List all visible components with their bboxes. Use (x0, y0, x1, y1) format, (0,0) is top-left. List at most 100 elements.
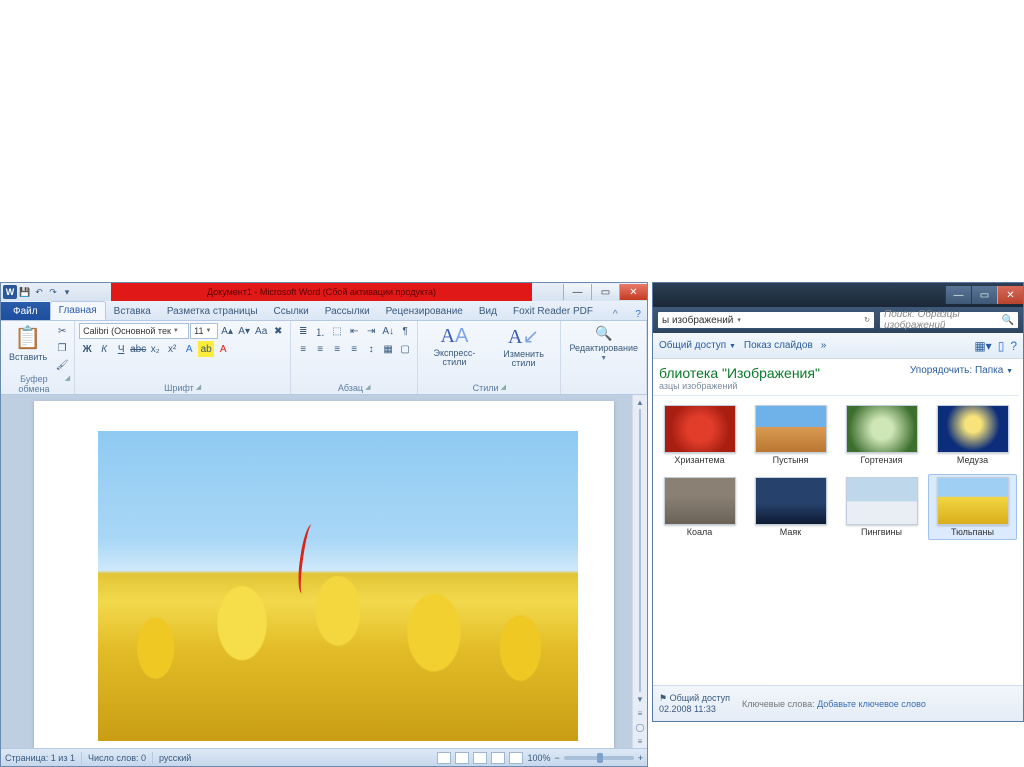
multilevel-icon[interactable]: ⬚ (329, 323, 345, 339)
text-effects-icon[interactable]: A (181, 341, 197, 357)
word-titlebar[interactable]: W 💾 ↶ ↷ ▾ Документ1 - Microsoft Word (Сб… (1, 283, 647, 301)
help-icon[interactable]: ? (1010, 339, 1017, 353)
refresh-icon[interactable]: ↻ (864, 316, 870, 324)
cut-icon[interactable]: ✂ (54, 323, 70, 339)
save-icon[interactable]: 💾 (19, 286, 31, 298)
dialog-launcher-icon[interactable]: ◢ (196, 383, 201, 393)
thumbnail-item[interactable]: Маяк (746, 474, 835, 540)
show-marks-icon[interactable]: ¶ (397, 323, 413, 339)
highlight-icon[interactable]: ab (198, 341, 214, 357)
scroll-up-icon[interactable]: ▲ (633, 395, 647, 409)
thumbnail-item[interactable]: Хризантема (655, 402, 744, 468)
status-language[interactable]: русский (159, 753, 191, 763)
address-bar[interactable]: ы изображений ▾ ↻ (657, 311, 875, 329)
change-styles-button[interactable]: A↙ Изменить стили (491, 323, 557, 370)
thumbnail-item[interactable]: Коала (655, 474, 744, 540)
strikethrough-icon[interactable]: abc (130, 341, 146, 357)
dialog-launcher-icon[interactable]: ◢ (365, 383, 370, 393)
scroll-thumb[interactable] (639, 409, 641, 692)
numbering-icon[interactable]: ⒈ (312, 323, 328, 339)
increase-indent-icon[interactable]: ⇥ (363, 323, 379, 339)
zoom-slider[interactable] (564, 756, 634, 760)
explorer-titlebar[interactable]: — ▭ ✕ (653, 283, 1023, 307)
view-full-screen-icon[interactable] (455, 752, 469, 764)
document-page[interactable] (34, 401, 614, 748)
thumbnail-item[interactable]: Гортензия (837, 402, 926, 468)
tab-insert[interactable]: Вставка (106, 303, 159, 320)
chevron-down-icon[interactable]: ▾ (737, 316, 741, 324)
status-page[interactable]: Страница: 1 из 1 (5, 753, 75, 763)
undo-icon[interactable]: ↶ (33, 286, 45, 298)
decrease-indent-icon[interactable]: ⇤ (346, 323, 362, 339)
minimize-button[interactable]: — (563, 284, 591, 300)
maximize-button[interactable]: ▭ (591, 284, 619, 300)
close-button[interactable]: ✕ (619, 284, 647, 300)
toolbar-share[interactable]: Общий доступ ▼ (659, 340, 736, 351)
tab-review[interactable]: Рецензирование (378, 303, 471, 320)
breadcrumb-tail[interactable]: ы изображений (662, 315, 733, 326)
italic-icon[interactable]: К (96, 341, 112, 357)
tab-foxit[interactable]: Foxit Reader PDF (505, 303, 601, 320)
minimize-button[interactable]: — (945, 286, 971, 304)
dialog-launcher-icon[interactable]: ◢ (501, 383, 506, 393)
view-options-icon[interactable]: ▦▾ (974, 339, 991, 353)
file-tab[interactable]: Файл (1, 302, 50, 320)
toolbar-slideshow[interactable]: Показ слайдов (744, 340, 813, 351)
inserted-image-tulips[interactable] (98, 431, 578, 741)
quick-styles-button[interactable]: AA Экспресс-стили (422, 324, 487, 369)
redo-icon[interactable]: ↷ (47, 286, 59, 298)
browse-object-icon[interactable]: ◯ (633, 720, 647, 734)
editing-button[interactable]: 🔍 Редактирование ▼ (565, 323, 642, 364)
clear-formatting-icon[interactable]: ✖ (270, 323, 286, 339)
view-print-layout-icon[interactable] (437, 752, 451, 764)
next-page-icon[interactable]: ≡ (633, 734, 647, 748)
line-spacing-icon[interactable]: ↕ (363, 341, 379, 357)
ribbon-minimize-icon[interactable]: ^ (607, 309, 624, 320)
bold-icon[interactable]: Ж (79, 341, 95, 357)
align-left-icon[interactable]: ≡ (295, 341, 311, 357)
add-keyword-link[interactable]: Добавьте ключевое слово (817, 699, 926, 709)
underline-icon[interactable]: Ч (113, 341, 129, 357)
subscript-icon[interactable]: x₂ (147, 341, 163, 357)
tab-home[interactable]: Главная (50, 301, 106, 320)
status-word-count[interactable]: Число слов: 0 (88, 753, 146, 763)
arrange-by-value[interactable]: Папка ▼ (975, 365, 1013, 376)
view-outline-icon[interactable] (491, 752, 505, 764)
shading-icon[interactable]: ▦ (380, 341, 396, 357)
zoom-level[interactable]: 100% (527, 753, 550, 763)
align-right-icon[interactable]: ≡ (329, 341, 345, 357)
view-web-layout-icon[interactable] (473, 752, 487, 764)
borders-icon[interactable]: ▢ (397, 341, 413, 357)
grow-font-icon[interactable]: A▴ (219, 323, 235, 339)
dialog-launcher-icon[interactable]: ◢ (65, 374, 70, 394)
scroll-down-icon[interactable]: ▼ (633, 692, 647, 706)
superscript-icon[interactable]: x² (164, 341, 180, 357)
prev-page-icon[interactable]: ≡ (633, 706, 647, 720)
zoom-out-button[interactable]: − (554, 753, 559, 763)
explorer-search-input[interactable]: Поиск: Образцы изображений 🔍 (879, 311, 1019, 329)
tab-page-layout[interactable]: Разметка страницы (159, 303, 266, 320)
tab-view[interactable]: Вид (471, 303, 505, 320)
search-icon[interactable]: 🔍 (1002, 315, 1014, 326)
copy-icon[interactable]: ❐ (54, 340, 70, 356)
change-case-icon[interactable]: Aa (253, 323, 269, 339)
font-color-icon[interactable]: A (215, 341, 231, 357)
thumbnail-item[interactable]: Пустыня (746, 402, 835, 468)
align-center-icon[interactable]: ≡ (312, 341, 328, 357)
thumbnail-item[interactable]: Тюльпаны (928, 474, 1017, 540)
maximize-button[interactable]: ▭ (971, 286, 997, 304)
thumbnail-item[interactable]: Пингвины (837, 474, 926, 540)
toolbar-overflow[interactable]: » (821, 340, 827, 351)
vertical-scrollbar[interactable]: ▲ ▼ ≡ ◯ ≡ (632, 395, 647, 748)
thumbnail-item[interactable]: Медуза (928, 402, 1017, 468)
bullets-icon[interactable]: ≣ (295, 323, 311, 339)
tab-mailings[interactable]: Рассылки (317, 303, 378, 320)
paste-button[interactable]: 📋 Вставить (5, 323, 51, 364)
zoom-in-button[interactable]: + (638, 753, 643, 763)
view-draft-icon[interactable] (509, 752, 523, 764)
qat-dropdown-icon[interactable]: ▾ (61, 286, 73, 298)
shrink-font-icon[interactable]: A▾ (236, 323, 252, 339)
preview-pane-icon[interactable]: ▯ (998, 339, 1005, 353)
format-painter-icon[interactable]: 🖌 (54, 357, 70, 373)
tab-references[interactable]: Ссылки (266, 303, 317, 320)
